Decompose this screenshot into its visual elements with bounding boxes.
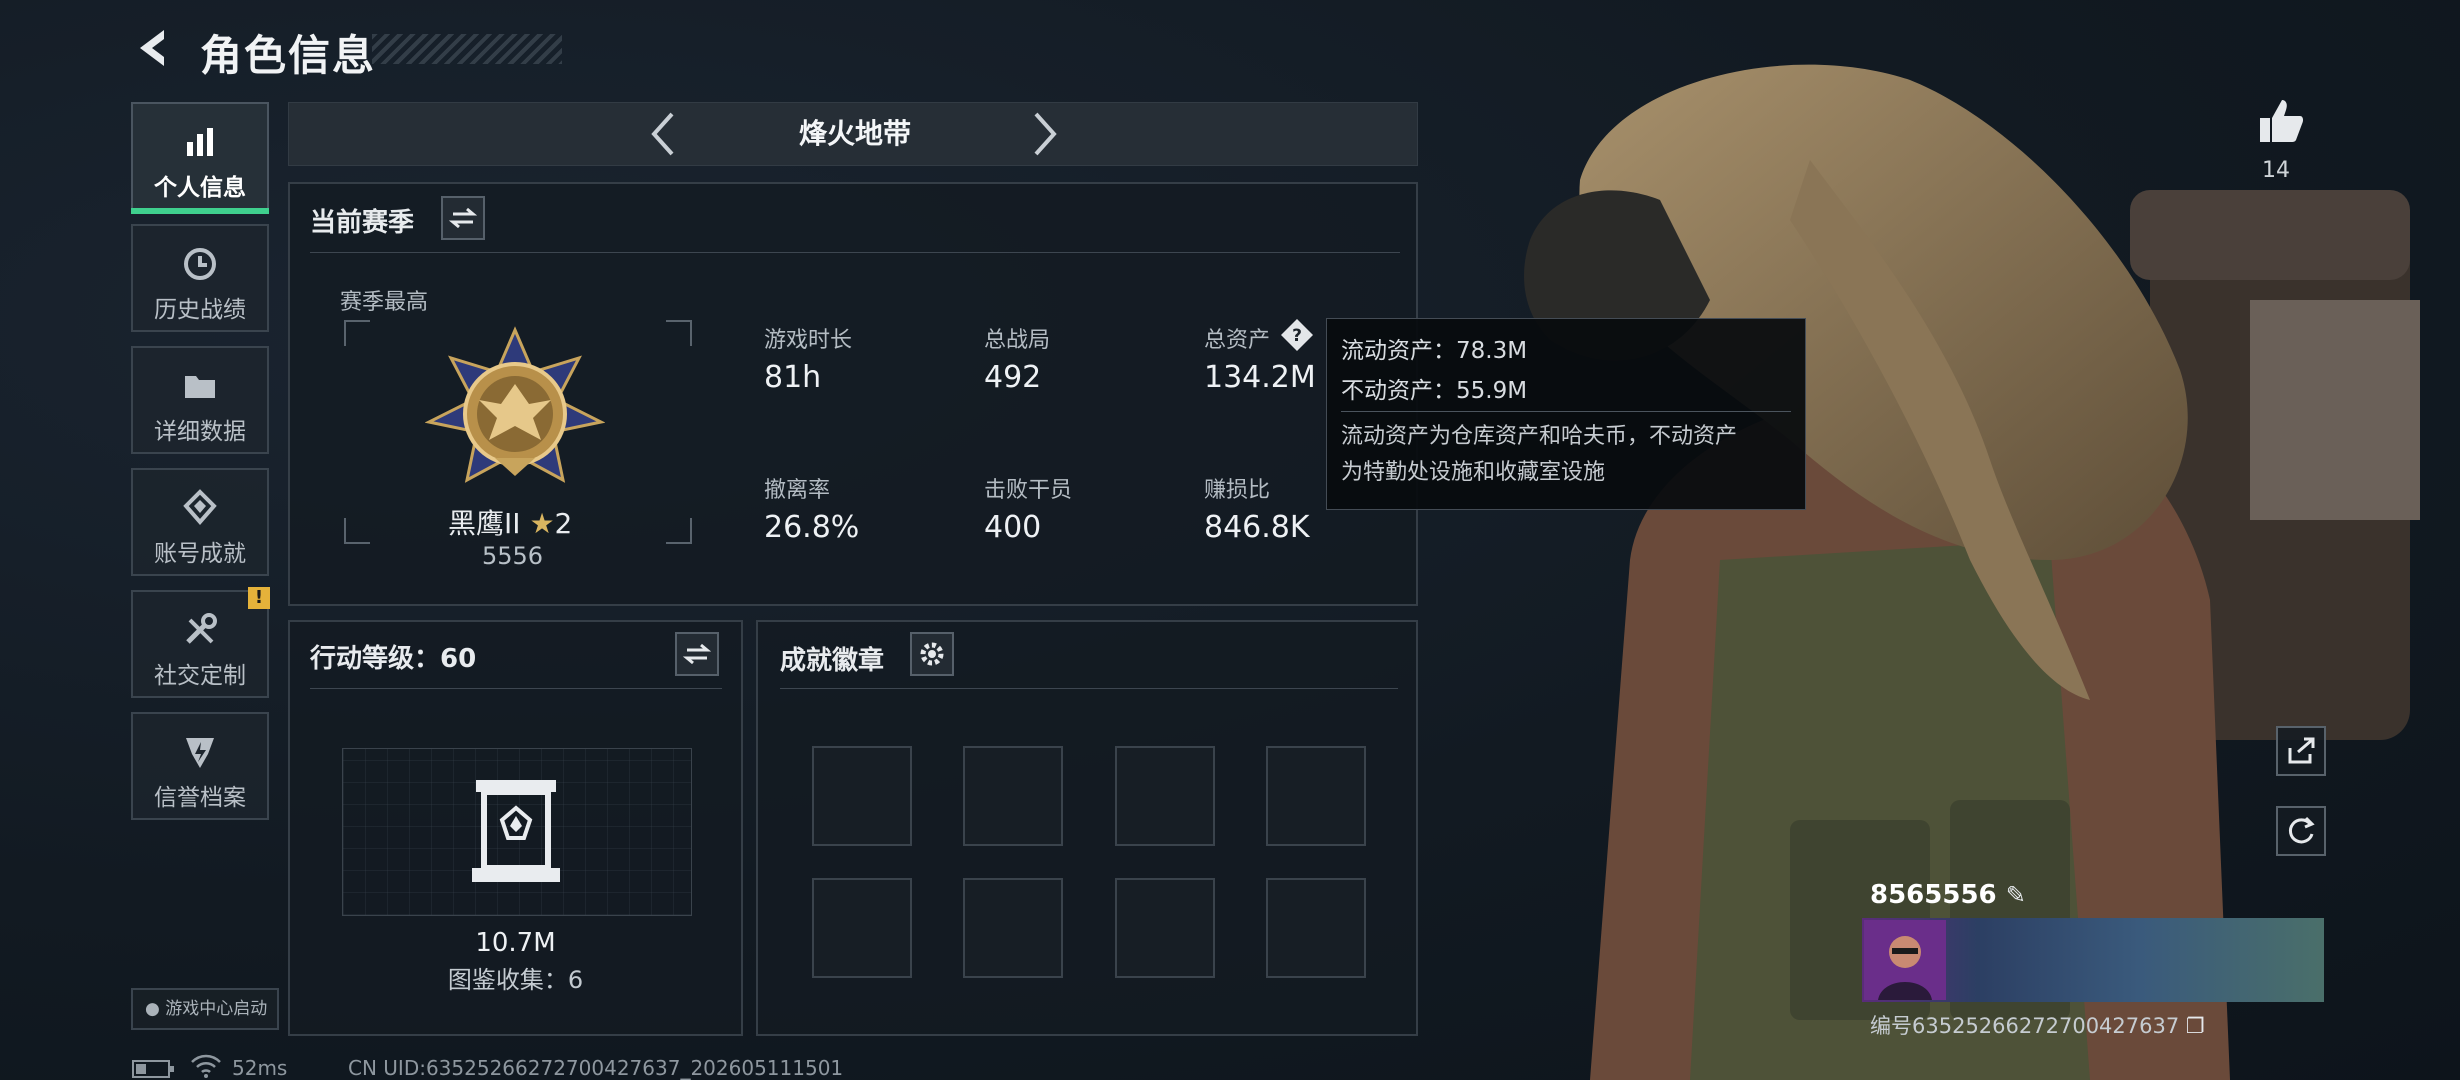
collection-showcase-icon — [472, 780, 560, 882]
player-name: 8565556 ✎ — [1870, 880, 2026, 910]
tools-icon — [186, 613, 217, 644]
frame-corner — [666, 320, 692, 346]
penguin-icon: ● — [145, 999, 166, 1019]
divider — [310, 688, 722, 689]
achievement-slot[interactable] — [812, 746, 912, 846]
divider — [780, 688, 1398, 689]
achievement-slot[interactable] — [1115, 878, 1215, 978]
frame-corner — [344, 518, 370, 544]
copy-icon[interactable]: ❐ — [2186, 1014, 2205, 1038]
share-button[interactable] — [2276, 726, 2326, 776]
sidebar-item-achievements[interactable]: 账号成就 — [131, 468, 269, 576]
mode-tab-title: 烽火地带 — [798, 117, 911, 150]
asset-tooltip: 流动资产：78.3M 不动资产：55.9M 流动资产为仓库资产和哈夫币，不动资产… — [1326, 318, 1806, 510]
achievement-slot[interactable] — [1115, 746, 1215, 846]
swap-icon — [448, 207, 478, 229]
share-icon — [2288, 737, 2315, 764]
achievement-slot[interactable] — [963, 878, 1063, 978]
season-switch-button[interactable] — [441, 196, 485, 240]
notification-badge: ! — [248, 587, 270, 609]
stat-value: 134.2M — [1204, 360, 1316, 395]
rotate-button[interactable] — [2276, 806, 2326, 856]
collection-label: 图鉴收集：6 — [447, 966, 584, 994]
gear-icon — [920, 642, 944, 666]
sidebar-item-detailed-data[interactable]: 详细数据 — [131, 346, 269, 454]
thumbs-up-icon[interactable] — [2256, 96, 2306, 146]
rank-name: 黑鹰II ★2 — [448, 507, 573, 540]
sidebar-item-label: 社交定制 — [154, 663, 246, 689]
action-level-title: 行动等级：60 — [310, 644, 477, 674]
rank-medal-emblem — [425, 326, 605, 483]
stat-label: 撤离率 — [764, 478, 831, 503]
title-decoration — [372, 34, 562, 64]
divider — [310, 252, 1400, 253]
chevron-right-icon[interactable] — [1018, 110, 1066, 158]
stat-label: 总战局 — [984, 328, 1051, 353]
achievement-slot[interactable] — [812, 878, 912, 978]
shield-bolt-icon — [186, 738, 214, 768]
diamond-badge-icon — [183, 489, 217, 526]
svg-text:?: ? — [1292, 326, 1302, 346]
like-count: 14 — [2262, 158, 2290, 183]
game-center-launch-button[interactable]: ● 游戏中心启动 — [131, 988, 279, 1030]
refresh-icon — [2288, 816, 2315, 844]
ping-latency: 52ms — [232, 1056, 288, 1080]
avatar[interactable] — [1864, 920, 1946, 1000]
stat-label: 赚损比 — [1204, 478, 1271, 503]
season-best-label: 赛季最高 — [340, 290, 429, 315]
help-icon[interactable]: ? — [1280, 318, 1314, 352]
star-icon: ★ — [529, 507, 555, 540]
clock-history-icon — [184, 248, 216, 280]
sidebar-item-personal-info[interactable]: 个人信息 — [131, 102, 269, 214]
achievement-slot[interactable] — [1266, 746, 1366, 846]
stat-label: 总资产 — [1204, 328, 1271, 353]
sidebar-item-label: 账号成就 — [154, 541, 246, 567]
stat-value: 400 — [984, 510, 1042, 545]
stat-label: 游戏时长 — [764, 328, 853, 353]
footer-uid: CN UID:63525266272700427637_202605111501 — [348, 1056, 844, 1080]
frame-corner — [344, 320, 370, 346]
bar-chart-icon — [187, 128, 213, 156]
sidebar-item-history[interactable]: 历史战绩 — [131, 224, 269, 332]
chevron-left-icon[interactable] — [642, 110, 690, 158]
folder-icon — [185, 376, 215, 398]
player-uid: 编号6352526627270042763​7 ❐ — [1870, 1014, 2205, 1038]
achievement-settings-button[interactable] — [910, 632, 954, 676]
stat-value: 26.8% — [764, 510, 860, 545]
sidebar-item-label: 历史战绩 — [154, 297, 246, 323]
action-level-switch-button[interactable] — [675, 632, 719, 676]
tooltip-liquid-assets: 流动资产：78.3M — [1341, 338, 1528, 364]
sidebar-item-label: 信誉档案 — [154, 785, 246, 811]
tooltip-divider — [1341, 411, 1791, 412]
achievement-slot[interactable] — [963, 746, 1063, 846]
stat-value: 81h — [764, 360, 822, 395]
edit-pencil-icon[interactable]: ✎ — [2006, 881, 2026, 909]
stat-value: 492 — [984, 360, 1042, 395]
collection-value: 10.7M — [475, 928, 556, 958]
page-title: 角色信息 — [200, 31, 377, 80]
sidebar-item-reputation[interactable]: 信誉档案 — [131, 712, 269, 820]
swap-icon — [682, 643, 712, 665]
achievement-title: 成就徽章 — [780, 646, 885, 676]
wifi-icon — [191, 1054, 221, 1078]
sidebar-item-label: 个人信息 — [154, 175, 246, 201]
season-title: 当前赛季 — [310, 208, 415, 238]
battery-icon — [132, 1060, 174, 1078]
achievement-slot[interactable] — [1266, 878, 1366, 978]
stat-label: 击败干员 — [984, 478, 1073, 503]
frame-corner — [666, 518, 692, 544]
stat-value: 846.8K — [1204, 510, 1310, 545]
back-arrow-icon[interactable] — [130, 24, 178, 72]
sidebar-item-label: 详细数据 — [154, 419, 246, 445]
tooltip-description: 流动资产为仓库资产和哈夫币，不动资产 为特勤处设施和收藏室设施 — [1341, 424, 1738, 485]
avatar-portrait-icon — [1878, 936, 1932, 1000]
tooltip-fixed-assets: 不动资产：55.9M — [1341, 378, 1528, 404]
rank-score: 5556 — [482, 542, 544, 570]
